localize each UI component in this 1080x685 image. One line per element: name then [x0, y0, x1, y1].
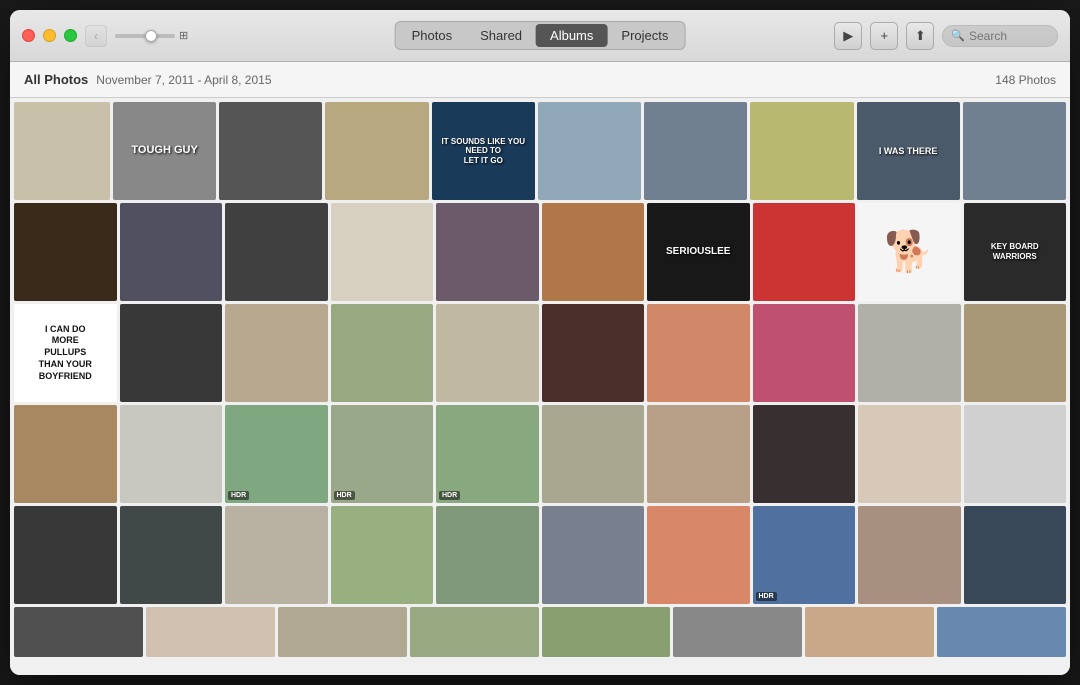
- photo-cell[interactable]: [937, 607, 1066, 657]
- photo-cell[interactable]: HDR: [225, 405, 328, 503]
- search-input[interactable]: [969, 29, 1049, 43]
- photo-cell[interactable]: HDR: [436, 405, 539, 503]
- photo-cell[interactable]: [858, 506, 961, 604]
- tab-shared[interactable]: Shared: [466, 24, 536, 47]
- photo-cell[interactable]: IT SOUNDS LIKE YOU NEED TOLET IT GO: [432, 102, 535, 200]
- photo-cell[interactable]: [858, 405, 961, 503]
- photo-cell[interactable]: [963, 102, 1066, 200]
- photo-cell[interactable]: [538, 102, 641, 200]
- grid-row: HDR: [14, 506, 1066, 604]
- search-box[interactable]: 🔍: [942, 25, 1058, 47]
- photo-cell[interactable]: [673, 607, 802, 657]
- nav-buttons: ‹: [85, 25, 107, 47]
- photo-cell[interactable]: [964, 506, 1067, 604]
- right-controls: ▶ + ⬆ 🔍: [834, 22, 1058, 50]
- photo-cell[interactable]: [753, 304, 856, 402]
- grid-row: [14, 607, 1066, 657]
- photo-cell[interactable]: [120, 405, 223, 503]
- photo-cell[interactable]: [644, 102, 747, 200]
- photo-cell[interactable]: [219, 102, 322, 200]
- photo-cell[interactable]: [120, 203, 223, 301]
- hdr-badge: HDR: [439, 491, 460, 500]
- add-button[interactable]: +: [870, 22, 898, 50]
- photo-cell[interactable]: [14, 102, 110, 200]
- photo-cell[interactable]: [225, 203, 328, 301]
- photo-cell[interactable]: [14, 203, 117, 301]
- tab-photos[interactable]: Photos: [398, 24, 466, 47]
- photo-cell[interactable]: [146, 607, 275, 657]
- photo-cell[interactable]: [964, 304, 1067, 402]
- photo-grid: TOUGH GUY IT SOUNDS LIKE YOU NEED TOLET …: [10, 98, 1070, 675]
- photo-cell[interactable]: [753, 405, 856, 503]
- photo-cell[interactable]: [14, 506, 117, 604]
- share-button[interactable]: ⬆: [906, 22, 934, 50]
- photo-cell[interactable]: KEY BOARDWARRIORS: [964, 203, 1067, 301]
- photo-cell[interactable]: [436, 203, 539, 301]
- photo-cell[interactable]: [647, 405, 750, 503]
- photo-cell[interactable]: I CAN DOMOREPULLUPSTHAN YOURBOYFRIEND: [14, 304, 117, 402]
- date-range: November 7, 2011 - April 8, 2015: [96, 73, 271, 87]
- zoom-slider-thumb[interactable]: [145, 30, 157, 42]
- photo-cell[interactable]: [14, 607, 143, 657]
- photo-cell[interactable]: [542, 304, 645, 402]
- close-button[interactable]: [22, 29, 35, 42]
- photo-cell[interactable]: [278, 607, 407, 657]
- photo-cell[interactable]: [750, 102, 853, 200]
- tab-albums[interactable]: Albums: [536, 24, 607, 47]
- photo-cell[interactable]: [753, 203, 856, 301]
- tab-projects[interactable]: Projects: [607, 24, 682, 47]
- photo-cell[interactable]: [14, 405, 117, 503]
- photo-cell[interactable]: [325, 102, 428, 200]
- hdr-badge: HDR: [228, 491, 249, 500]
- photo-cell[interactable]: [120, 506, 223, 604]
- photo-cell[interactable]: [542, 405, 645, 503]
- grid-row: SERIOUSLEE 🐕 KEY BOARDWARRIORS: [14, 203, 1066, 301]
- toolbar-left: All Photos November 7, 2011 - April 8, 2…: [24, 72, 995, 87]
- photo-cell[interactable]: [331, 506, 434, 604]
- sub-toolbar: All Photos November 7, 2011 - April 8, 2…: [10, 62, 1070, 98]
- photo-cell[interactable]: [331, 203, 434, 301]
- tab-bar: Photos Shared Albums Projects: [395, 21, 686, 50]
- maximize-button[interactable]: [64, 29, 77, 42]
- photo-cell[interactable]: [225, 506, 328, 604]
- grid-row: I CAN DOMOREPULLUPSTHAN YOURBOYFRIEND: [14, 304, 1066, 402]
- photo-cell[interactable]: [436, 304, 539, 402]
- photo-cell[interactable]: [120, 304, 223, 402]
- photo-count: 148 Photos: [995, 73, 1056, 87]
- photo-cell[interactable]: SERIOUSLEE: [647, 203, 750, 301]
- minimize-button[interactable]: [43, 29, 56, 42]
- photo-cell[interactable]: [858, 304, 961, 402]
- hdr-badge: HDR: [334, 491, 355, 500]
- all-photos-label[interactable]: All Photos: [24, 72, 88, 87]
- photo-cell[interactable]: HDR: [753, 506, 856, 604]
- photo-cell[interactable]: I WAS THERE: [857, 102, 960, 200]
- hdr-badge: HDR: [756, 592, 777, 601]
- photo-cell[interactable]: [225, 304, 328, 402]
- photo-cell[interactable]: [964, 405, 1067, 503]
- photo-cell[interactable]: [647, 304, 750, 402]
- slider-area: ⊞: [115, 29, 188, 42]
- photo-cell[interactable]: 🐕: [858, 203, 961, 301]
- zoom-slider-track[interactable]: [115, 34, 175, 38]
- grid-row: TOUGH GUY IT SOUNDS LIKE YOU NEED TOLET …: [14, 102, 1066, 200]
- titlebar: ‹ ⊞ Photos Shared Albums Projects ▶ + ⬆ …: [10, 10, 1070, 62]
- search-icon: 🔍: [951, 29, 965, 42]
- photo-cell[interactable]: [436, 506, 539, 604]
- photo-cell[interactable]: [542, 607, 671, 657]
- back-button[interactable]: ‹: [85, 25, 107, 47]
- photo-cell[interactable]: TOUGH GUY: [113, 102, 216, 200]
- grid-icon: ⊞: [179, 29, 188, 42]
- main-window: ‹ ⊞ Photos Shared Albums Projects ▶ + ⬆ …: [10, 10, 1070, 675]
- photo-cell[interactable]: [331, 304, 434, 402]
- play-button[interactable]: ▶: [834, 22, 862, 50]
- traffic-lights: [22, 29, 77, 42]
- grid-row: HDR HDR HDR: [14, 405, 1066, 503]
- photo-cell[interactable]: [805, 607, 934, 657]
- photo-cell[interactable]: HDR: [331, 405, 434, 503]
- photo-cell[interactable]: [542, 506, 645, 604]
- photo-cell[interactable]: [542, 203, 645, 301]
- photo-cell[interactable]: [647, 506, 750, 604]
- photo-cell[interactable]: [410, 607, 539, 657]
